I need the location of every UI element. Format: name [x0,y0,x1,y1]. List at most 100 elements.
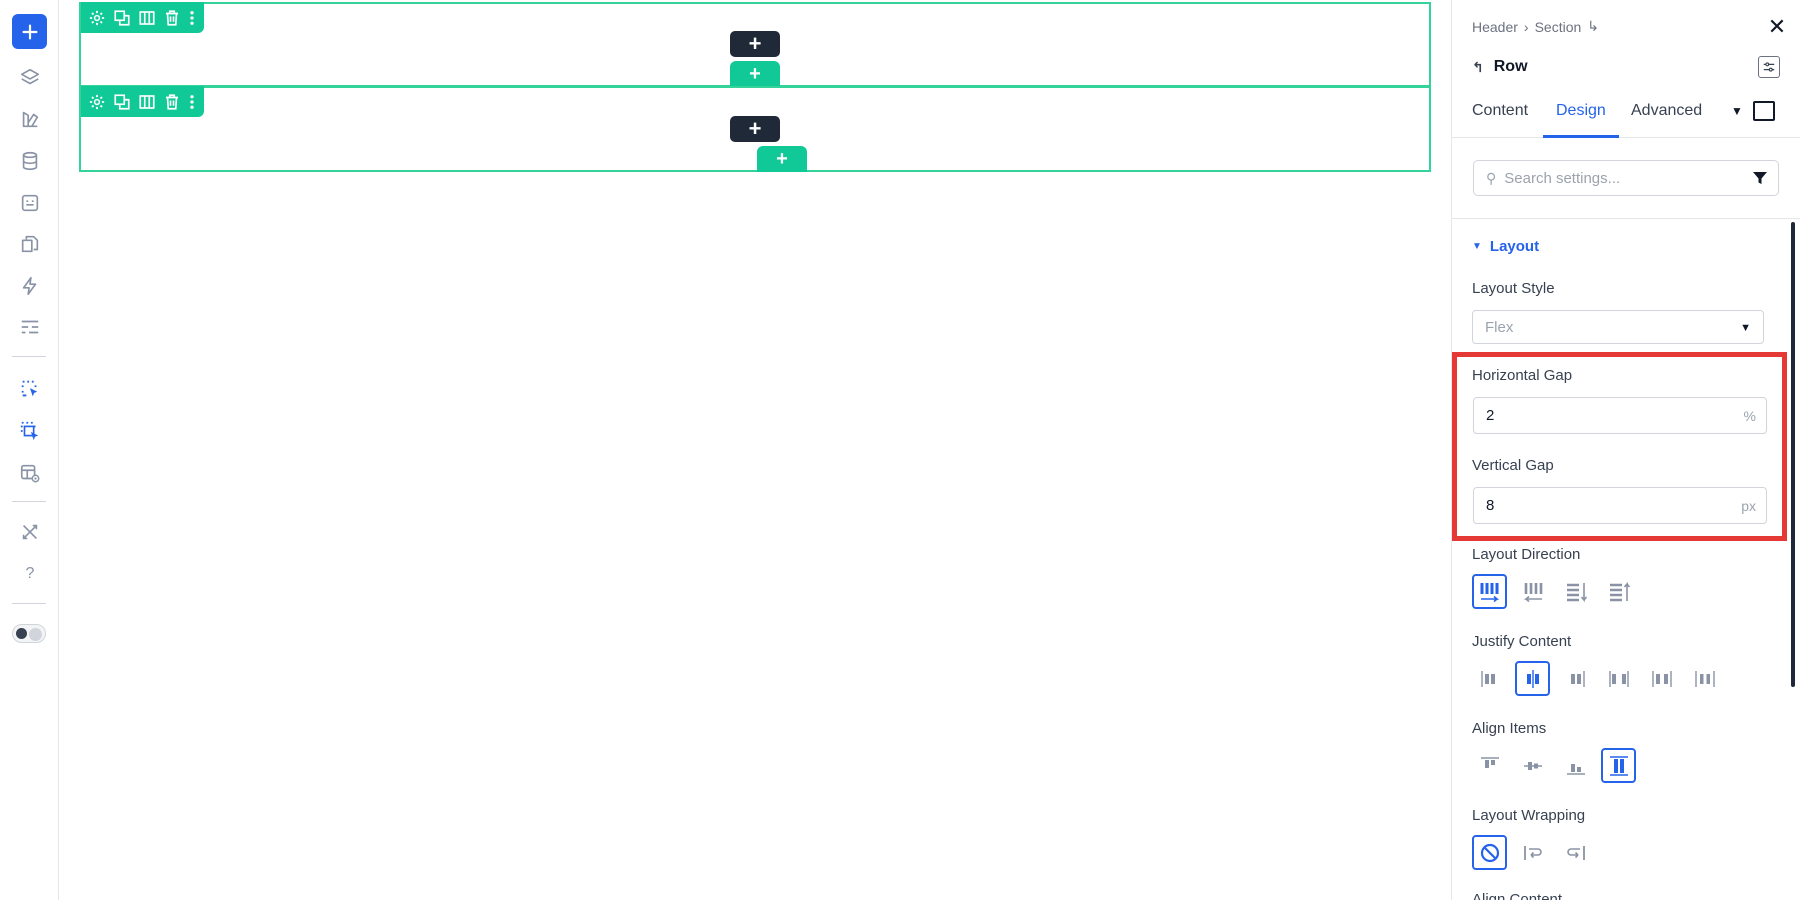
caret-down-icon: ▼ [1472,241,1482,252]
filter-icon[interactable] [1752,170,1768,186]
preview-button[interactable] [12,455,48,491]
add-element-button[interactable] [12,14,47,49]
layout-preview-icon [20,464,40,483]
align-start-icon [1480,756,1499,768]
direction-column-reverse-button[interactable] [1601,574,1636,609]
align-stretch-button[interactable] [1601,748,1636,783]
data-button[interactable] [12,143,48,179]
more-icon[interactable] [187,92,197,112]
layout-section-title: Layout [1489,238,1540,255]
layout-section-header[interactable]: ▼ Layout [1472,238,1539,255]
form-icon [21,194,39,212]
align-end-button[interactable] [1558,748,1593,783]
vertical-gap-field[interactable]: 8 px [1473,487,1767,524]
tab-design[interactable]: Design [1556,102,1606,120]
breadcrumb-child-icon[interactable]: ↳ [1587,18,1599,35]
vertical-gap-value[interactable]: 8 [1486,497,1494,514]
panel-scrollbar[interactable] [1791,222,1795,687]
row-toolbar [81,2,204,33]
columns-icon[interactable] [137,92,157,112]
justify-evenly-icon [1694,670,1715,687]
justify-evenly-button[interactable] [1687,661,1722,696]
horizontal-gap-unit[interactable]: % [1744,408,1756,424]
styles-button[interactable] [12,101,48,137]
builder-canvas[interactable]: + + + + [60,0,1451,900]
justify-around-button[interactable] [1644,661,1679,696]
settings-search: ⚲ [1473,160,1779,196]
align-end-icon [1566,763,1585,775]
multi-select-pointer-icon [20,421,39,441]
tools-icon [22,524,38,540]
add-column-button[interactable]: + [730,31,780,57]
forms-button[interactable] [12,185,48,221]
direction-row-reverse-button[interactable] [1515,574,1550,609]
active-tab-indicator [1543,135,1619,138]
trash-icon[interactable] [162,92,182,112]
breadcrumb: Header › Section ↳ [1472,18,1599,35]
add-section-button[interactable]: + [757,146,807,172]
breadcrumb-item-header[interactable]: Header [1472,19,1518,35]
select-button[interactable] [12,371,48,407]
sliders-icon [1763,62,1775,72]
align-items-label: Align Items [1472,720,1547,737]
direction-row-button[interactable] [1472,574,1507,609]
horizontal-gap-value[interactable]: 2 [1486,407,1494,424]
layers-button[interactable] [12,60,48,96]
justify-end-button[interactable] [1558,661,1593,696]
columns-icon[interactable] [137,8,157,28]
gear-icon[interactable] [87,8,107,28]
wrap-icon [1523,845,1542,860]
back-icon[interactable]: ↰ [1472,59,1484,76]
vertical-gap-unit[interactable]: px [1741,498,1756,514]
no-wrap-icon [1480,843,1499,862]
column-direction-icon [1566,582,1587,602]
close-icon: ✕ [1767,14,1787,39]
gear-icon[interactable] [87,92,107,112]
wrap-button[interactable] [1515,835,1550,870]
duplicate-icon[interactable] [112,8,132,28]
justify-between-button[interactable] [1601,661,1636,696]
align-center-button[interactable] [1515,748,1550,783]
help-button[interactable]: ? [12,556,48,592]
close-button[interactable]: ✕ [1765,14,1789,39]
theme-toggle[interactable] [12,624,46,643]
align-stretch-icon [1609,755,1628,776]
wrap-reverse-button[interactable] [1558,835,1593,870]
layout-style-select[interactable]: Flex ▼ [1472,310,1764,344]
toolbar-divider [12,603,46,604]
layout-style-value: Flex [1485,318,1514,336]
trash-icon[interactable] [162,8,182,28]
layout-wrapping-options [1472,835,1593,870]
pages-button[interactable] [12,226,48,262]
panel-options-button[interactable] [1758,56,1780,78]
breadcrumb-item-section[interactable]: Section [1535,19,1582,35]
tab-advanced[interactable]: Advanced [1631,102,1702,120]
responsive-box-icon[interactable] [1753,101,1775,121]
breadcrumb-separator: › [1523,18,1529,35]
duplicate-icon[interactable] [112,92,132,112]
horizontal-gap-label: Horizontal Gap [1472,367,1573,384]
multi-select-button[interactable] [12,413,48,449]
align-start-button[interactable] [1472,748,1507,783]
horizontal-gap-field[interactable]: 2 % [1473,397,1767,434]
justify-start-button[interactable] [1472,661,1507,696]
add-column-button[interactable]: + [730,116,780,142]
nowrap-button[interactable] [1472,835,1507,870]
panel-tabs: Content Design Advanced ▼ [1452,92,1800,138]
tab-content[interactable]: Content [1472,102,1528,120]
more-icon[interactable] [187,8,197,28]
wrap-reverse-icon [1566,845,1585,860]
justify-between-icon [1608,670,1629,687]
add-row-button[interactable]: + [730,61,780,87]
interactions-button[interactable] [12,268,48,304]
direction-column-button[interactable] [1558,574,1593,609]
settings-panel: Header › Section ↳ ✕ ↰ Row Content Desig… [1451,0,1800,900]
search-input[interactable] [1504,169,1745,187]
row-reverse-icon [1523,582,1542,602]
help-icon: ? [25,565,35,582]
chevron-down-icon[interactable]: ▼ [1731,104,1743,118]
sections-button[interactable] [12,309,48,345]
toggle-knob [29,628,42,641]
justify-center-button[interactable] [1515,661,1550,696]
tools-button[interactable] [12,514,48,550]
